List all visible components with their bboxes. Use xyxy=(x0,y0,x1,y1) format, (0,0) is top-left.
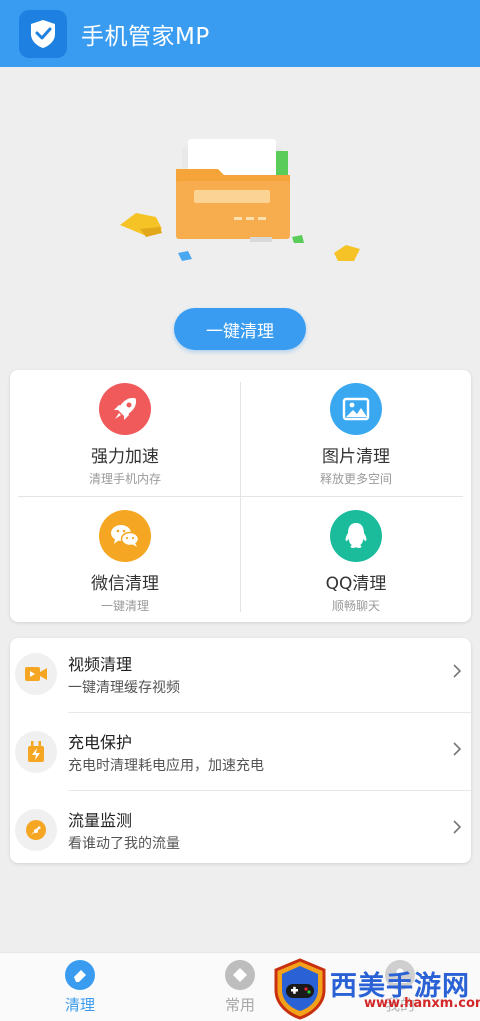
chevron-right-icon xyxy=(453,820,462,834)
rocket-icon xyxy=(99,383,151,435)
tab-label: 清理 xyxy=(64,996,95,1014)
list-item-charge-protect[interactable]: 充电保护 充电时清理耗电应用，加速充电 xyxy=(10,716,471,791)
list-item-subtitle: 充电时清理耗电应用，加速充电 xyxy=(68,758,264,774)
grid-item-wechat-clean[interactable]: 微信清理 一键清理 xyxy=(10,497,240,623)
list-item-subtitle: 一键清理缓存视频 xyxy=(68,680,180,696)
list-item-subtitle: 看谁动了我的流量 xyxy=(68,836,180,852)
list-item-title: 流量监测 xyxy=(68,811,133,830)
app-title: 手机管家MP xyxy=(81,23,210,50)
image-icon xyxy=(330,383,382,435)
site-watermark: 西美手游网 www.hanxm.com xyxy=(270,958,480,1020)
tool-list: 视频清理 一键清理缓存视频 充电保护 充电时清理耗电应用，加速充电 流量监测 看… xyxy=(10,638,471,863)
chevron-right-icon xyxy=(453,664,462,678)
grid-item-subtitle: 一键清理 xyxy=(100,599,149,613)
tab-clean[interactable]: 清理 xyxy=(20,953,140,1021)
tab-label: 常用 xyxy=(224,996,255,1014)
qq-icon xyxy=(330,510,382,562)
grid-item-image-clean[interactable]: 图片清理 释放更多空间 xyxy=(241,370,471,496)
list-item-video-clean[interactable]: 视频清理 一键清理缓存视频 xyxy=(10,638,471,713)
grid-item-qq-clean[interactable]: QQ清理 顺畅聊天 xyxy=(241,497,471,623)
common-tools-icon xyxy=(225,960,255,990)
grid-item-title: 微信清理 xyxy=(91,574,159,594)
grid-item-subtitle: 清理手机内存 xyxy=(88,472,161,486)
watermark-url: www.hanxm.com xyxy=(364,996,480,1011)
grid-item-subtitle: 释放更多空间 xyxy=(319,472,392,486)
list-divider xyxy=(68,712,471,713)
grid-item-speed-boost[interactable]: 强力加速 清理手机内存 xyxy=(10,370,240,496)
one-key-clean-button[interactable]: 一键清理 xyxy=(174,308,306,350)
grid-item-title: QQ清理 xyxy=(325,574,387,594)
grid-item-title: 强力加速 xyxy=(91,447,159,467)
eraser-icon xyxy=(65,960,95,990)
folder-illustration xyxy=(110,125,370,275)
gauge-icon xyxy=(15,809,57,851)
list-item-data-monitor[interactable]: 流量监测 看谁动了我的流量 xyxy=(10,794,471,869)
video-icon xyxy=(15,653,57,695)
wechat-icon xyxy=(99,510,151,562)
grid-item-title: 图片清理 xyxy=(322,447,390,467)
app-header: 手机管家MP xyxy=(0,0,480,67)
list-item-title: 充电保护 xyxy=(68,733,133,752)
list-divider xyxy=(68,790,471,791)
charging-icon xyxy=(15,731,57,773)
shield-check-logo-icon xyxy=(19,9,67,58)
chevron-right-icon xyxy=(453,742,462,756)
feature-grid: 强力加速 清理手机内存 图片清理 释放更多空间 微信清理 一键清理 QQ清理 顺… xyxy=(10,370,471,622)
list-item-title: 视频清理 xyxy=(68,655,133,674)
gamepad-shield-logo-icon xyxy=(274,958,326,1020)
grid-item-subtitle: 顺畅聊天 xyxy=(331,599,380,613)
